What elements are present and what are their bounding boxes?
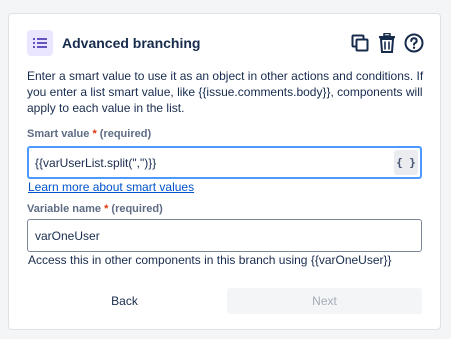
- smart-value-label-text: Smart value: [27, 128, 90, 140]
- variable-name-label-text: Variable name: [27, 203, 101, 215]
- variable-name-helper: Access this in other components in this …: [28, 253, 392, 267]
- smart-value-label: Smart value * (required): [27, 128, 151, 140]
- variable-name-label: Variable name * (required): [27, 203, 163, 215]
- variable-name-input[interactable]: varOneUser: [27, 219, 422, 252]
- copy-icon[interactable]: [349, 32, 370, 54]
- trash-icon[interactable]: [376, 32, 397, 54]
- list-icon: [27, 30, 53, 56]
- advanced-branching-panel: Advanced branching Enter a smart value t…: [8, 13, 441, 330]
- header-actions: [349, 32, 424, 54]
- learn-more-link[interactable]: Learn more about smart values: [28, 180, 194, 194]
- smart-value-input[interactable]: {{varUserList.split(",")}} { }: [27, 146, 422, 179]
- variable-name-text[interactable]: varOneUser: [28, 229, 100, 243]
- required-mark: *: [104, 203, 109, 215]
- next-button[interactable]: Next: [227, 288, 422, 314]
- required-text: (required): [111, 203, 163, 215]
- required-mark: *: [92, 128, 97, 140]
- insert-smart-value-button[interactable]: { }: [394, 150, 418, 175]
- back-button[interactable]: Back: [27, 288, 222, 314]
- panel-description: Enter a smart value to use it as an obje…: [27, 69, 424, 115]
- smart-value-text[interactable]: {{varUserList.split(",")}}: [29, 156, 394, 170]
- panel-header: Advanced branching: [27, 28, 424, 58]
- panel-title: Advanced branching: [62, 35, 201, 51]
- help-icon[interactable]: [403, 32, 424, 54]
- required-text: (required): [99, 128, 152, 140]
